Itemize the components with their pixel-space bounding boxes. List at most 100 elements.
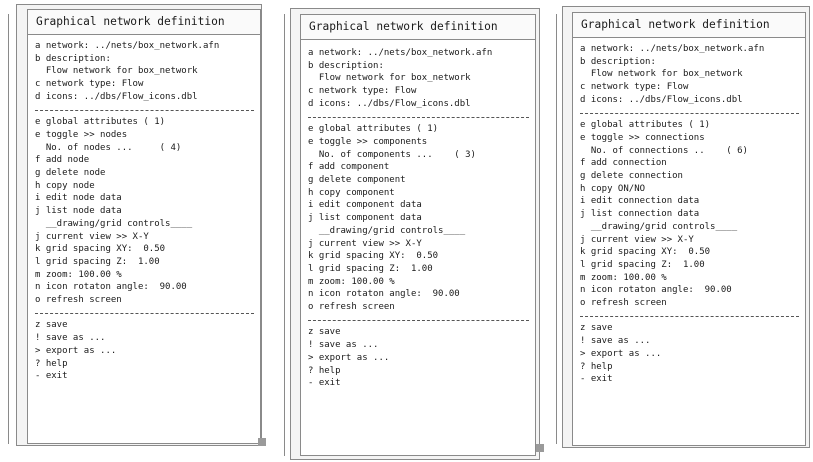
menu-item[interactable]: i edit node data [35, 192, 258, 205]
menu-separator [308, 111, 533, 124]
menu-item[interactable]: d icons: ../dbs/Flow_icons.dbl [580, 94, 803, 107]
menu-item[interactable]: j list connection data [580, 208, 803, 221]
menu-item[interactable]: o refresh screen [308, 301, 533, 314]
menu-item-label: global attributes ( 1) [318, 124, 439, 135]
menu-item[interactable]: j list node data [35, 205, 258, 218]
menu-item[interactable]: a network: ../nets/box_network.afn [580, 43, 803, 56]
menu-item[interactable]: m zoom: 100.00 % [580, 272, 803, 285]
menu-item[interactable]: h copy ON/NO [580, 183, 803, 196]
menu-item[interactable]: n icon rotaton angle: 90.00 [580, 284, 803, 297]
menu-item[interactable]: ? help [308, 365, 533, 378]
scrollbar-handle[interactable] [536, 444, 544, 452]
menu-item[interactable]: k grid spacing XY: 0.50 [308, 250, 533, 263]
menu-separator [35, 307, 258, 320]
menu-item[interactable]: - exit [35, 370, 258, 383]
menu-item[interactable]: j current view >> X-Y [308, 238, 533, 251]
menu-item[interactable]: i edit component data [308, 199, 533, 212]
menu-item-key: e [35, 117, 41, 128]
menu-item-key: > [580, 348, 586, 359]
menu-item[interactable]: c network type: Flow [308, 85, 533, 98]
scrollbar-handle[interactable] [258, 438, 266, 446]
panel-title: Graphical network definition [301, 15, 535, 40]
menu-item-key: > [35, 345, 41, 356]
menu-item[interactable]: e global attributes ( 1) [308, 123, 533, 136]
menu-item-label: save [590, 323, 613, 334]
menu-item-label: export as ... [45, 345, 117, 356]
menu-separator [580, 310, 803, 323]
menu-item[interactable]: z save [308, 326, 533, 339]
menu-item[interactable]: ! save as ... [308, 339, 533, 352]
menu-item[interactable]: e toggle >> components [308, 136, 533, 149]
window-edge [556, 14, 557, 444]
menu-item[interactable]: h copy node [35, 180, 258, 193]
menu-item[interactable]: z save [580, 322, 803, 335]
menu-item[interactable]: a network: ../nets/box_network.afn [35, 40, 258, 53]
menu-item-key: f [35, 155, 41, 166]
menu-item[interactable]: f add connection [580, 157, 803, 170]
menu-item[interactable]: n icon rotaton angle: 90.00 [35, 281, 258, 294]
menu-item: __drawing/grid controls____ [35, 218, 258, 231]
menu-item[interactable]: m zoom: 100.00 % [308, 276, 533, 289]
menu-item[interactable]: k grid spacing XY: 0.50 [580, 246, 803, 259]
menu-item[interactable]: h copy component [308, 187, 533, 200]
menu-item[interactable]: f add component [308, 161, 533, 174]
menu-item[interactable]: - exit [308, 377, 533, 390]
menu-item[interactable]: e toggle >> connections [580, 132, 803, 145]
menu-item[interactable]: m zoom: 100.00 % [35, 269, 258, 282]
menu-item[interactable]: c network type: Flow [35, 78, 258, 91]
menu-item-label: refresh screen [318, 302, 395, 313]
menu-item-label: __drawing/grid controls____ [590, 221, 738, 232]
menu-item[interactable]: ? help [580, 361, 803, 374]
menu-item[interactable]: i edit connection data [580, 195, 803, 208]
menu-item[interactable]: a network: ../nets/box_network.afn [308, 47, 533, 60]
menu-item-key: - [35, 371, 41, 382]
menu-item[interactable]: b description: [35, 53, 258, 66]
menu-item[interactable]: j current view >> X-Y [580, 234, 803, 247]
menu-item[interactable]: z save [35, 319, 258, 332]
menu-item-label: network type: Flow [318, 86, 417, 97]
menu-item-label: exit [45, 371, 68, 382]
menu-item[interactable]: l grid spacing Z: 1.00 [308, 263, 533, 276]
menu-item[interactable]: e global attributes ( 1) [35, 116, 258, 129]
menu-item-label: edit connection data [590, 196, 700, 207]
menu-item[interactable]: d icons: ../dbs/Flow_icons.dbl [308, 98, 533, 111]
menu-item[interactable]: ? help [35, 358, 258, 371]
menu-item[interactable]: ! save as ... [35, 332, 258, 345]
menu-item[interactable]: j list component data [308, 212, 533, 225]
menu-item[interactable]: > export as ... [580, 348, 803, 361]
menu-item[interactable]: > export as ... [35, 345, 258, 358]
menu-item[interactable]: c network type: Flow [580, 81, 803, 94]
menu-item[interactable]: g delete node [35, 167, 258, 180]
menu-item[interactable]: j current view >> X-Y [35, 231, 258, 244]
menu-item[interactable]: ! save as ... [580, 335, 803, 348]
menu-item: No. of nodes ... ( 4) [35, 142, 258, 155]
menu-item[interactable]: l grid spacing Z: 1.00 [35, 256, 258, 269]
menu-item-label: Flow network for box_network [590, 69, 743, 80]
menu-item[interactable]: k grid spacing XY: 0.50 [35, 243, 258, 256]
menu-item[interactable]: b description: [580, 56, 803, 69]
menu-item-label: __drawing/grid controls____ [45, 218, 193, 229]
menu-item[interactable]: l grid spacing Z: 1.00 [580, 259, 803, 272]
menu-item[interactable]: g delete component [308, 174, 533, 187]
menu-item[interactable]: b description: [308, 60, 533, 73]
menu-item[interactable]: o refresh screen [35, 294, 258, 307]
menu-item-label: grid spacing XY: 0.50 [45, 244, 166, 255]
menu-item[interactable]: f add node [35, 154, 258, 167]
menu-item[interactable]: n icon rotaton angle: 90.00 [308, 288, 533, 301]
menu-item[interactable]: g delete connection [580, 170, 803, 183]
menu-item-key: m [308, 276, 314, 287]
menu-item[interactable]: > export as ... [308, 352, 533, 365]
menu-item[interactable]: e global attributes ( 1) [580, 119, 803, 132]
menu-item[interactable]: d icons: ../dbs/Flow_icons.dbl [35, 91, 258, 104]
menu-item-label: description: [590, 56, 656, 67]
menu-item-key: g [35, 168, 41, 179]
menu-item[interactable]: o refresh screen [580, 297, 803, 310]
menu-item-key: d [580, 94, 586, 105]
menu-item[interactable]: - exit [580, 373, 803, 386]
menu-item-key: - [308, 378, 314, 389]
menu-item-key: n [308, 289, 314, 300]
panel-title: Graphical network definition [573, 13, 805, 38]
menu-item[interactable]: e toggle >> nodes [35, 129, 258, 142]
menu-item-label: toggle >> connections [590, 132, 705, 143]
menu-item: Flow network for box_network [308, 72, 533, 85]
